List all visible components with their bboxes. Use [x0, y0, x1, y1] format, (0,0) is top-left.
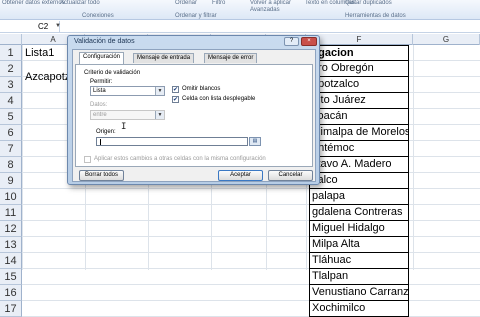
row-header-10[interactable]: 10	[0, 189, 22, 205]
ribbon-group-data-tools: Herramientas de datos	[345, 13, 406, 19]
ribbon-item-reapply[interactable]: Volver a aplicar	[250, 0, 291, 6]
row-header-15[interactable]: 15	[0, 269, 22, 285]
dialog-title: Validación de datos	[74, 38, 135, 45]
omitir-blancos-label: Omitir blancos	[182, 86, 221, 92]
chevron-down-icon: ▼	[155, 111, 164, 119]
permitir-select[interactable]: Lista ▼	[90, 86, 165, 96]
tab-panel-configuracion: Criterio de validación Permitir: Lista ▼…	[75, 64, 313, 167]
delegacion-cell[interactable]: Tlalpan	[309, 269, 409, 285]
data-validation-dialog: Validación de datos ? × Configuración Me…	[67, 35, 320, 185]
row-header-8[interactable]: 8	[0, 157, 22, 173]
close-button[interactable]: ×	[301, 37, 317, 46]
ribbon: Obtener datos externos Actualizar todo C…	[0, 0, 480, 20]
aceptar-button[interactable]: Aceptar	[218, 170, 263, 181]
delegacion-cell[interactable]: Miguel Hidalgo	[309, 221, 409, 237]
name-box[interactable]: C2	[0, 21, 60, 32]
origen-input[interactable]	[96, 137, 248, 146]
row-header-12[interactable]: 12	[0, 221, 22, 237]
delegacion-cell[interactable]: nito Juárez	[309, 93, 409, 109]
ribbon-item-sort[interactable]: Ordenar	[175, 0, 197, 6]
tab-configuracion[interactable]: Configuración	[79, 52, 125, 64]
grid-row-line	[22, 284, 480, 285]
delegacion-cell[interactable]: yoacán	[309, 109, 409, 125]
permitir-label: Permitir:	[90, 79, 113, 85]
select-all-corner[interactable]	[0, 34, 22, 45]
delegacion-cell[interactable]: Xochimilco	[309, 301, 409, 317]
permitir-value: Lista	[93, 88, 106, 94]
row-header-16[interactable]: 16	[0, 285, 22, 301]
ribbon-group-sort-filter: Ordenar y filtrar	[175, 13, 217, 19]
column-header-g[interactable]: G	[413, 34, 480, 45]
grid-row-line	[22, 220, 480, 221]
row-header-5[interactable]: 5	[0, 109, 22, 125]
row-header-13[interactable]: 13	[0, 237, 22, 253]
delegacion-cell[interactable]: aro Obregón	[309, 61, 409, 77]
datos-value: entre	[93, 112, 107, 118]
help-button[interactable]: ?	[284, 37, 299, 46]
origen-label: Origen:	[96, 129, 116, 135]
ribbon-group-connections: Conexiones	[82, 13, 114, 19]
datos-label: Datos:	[90, 102, 108, 108]
cell-a3[interactable]: Azcapotz	[25, 69, 70, 85]
grid-row-line	[22, 252, 480, 253]
name-box-dropdown-icon[interactable]: ▼	[55, 23, 61, 29]
text-caret	[100, 139, 101, 145]
celda-lista-label: Celda con lista desplegable	[182, 96, 256, 102]
column-header-f[interactable]: F	[306, 34, 413, 45]
row-header-17[interactable]: 17	[0, 301, 22, 317]
row-header-2[interactable]: 2	[0, 61, 22, 77]
row-header-7[interactable]: 7	[0, 141, 22, 157]
range-selector-icon[interactable]: ▤	[249, 137, 261, 146]
cancelar-button[interactable]: Cancelar	[268, 170, 313, 181]
aplicar-cambios-label: Aplicar estos cambios a otras celdas con…	[94, 156, 266, 162]
ribbon-item-remove-duplicates[interactable]: Quitar duplicados	[345, 0, 392, 6]
delegacion-header-cell[interactable]: egacion	[309, 45, 409, 61]
delegacion-cell[interactable]: Tláhuac	[309, 253, 409, 269]
row-header-11[interactable]: 11	[0, 205, 22, 221]
dialog-body: Configuración Mensaje de entrada Mensaje…	[72, 49, 316, 182]
tab-mensaje-error[interactable]: Mensaje de error	[204, 53, 258, 63]
row-header-4[interactable]: 4	[0, 93, 22, 109]
row-header-9[interactable]: 9	[0, 173, 22, 189]
delegacion-cell[interactable]: Milpa Alta	[309, 237, 409, 253]
delegacion-cell[interactable]: ajimalpa de Morelos	[309, 125, 409, 141]
mouse-ibeam-cursor-icon: I	[121, 122, 127, 132]
delegacion-cell[interactable]: uhtémoc	[309, 141, 409, 157]
datos-select: entre ▼	[90, 110, 165, 120]
aplicar-cambios-checkbox[interactable]	[84, 156, 91, 163]
delegacion-cell[interactable]: stavo A. Madero	[309, 157, 409, 173]
delegacion-cell[interactable]: calco	[309, 173, 409, 189]
row-header-14[interactable]: 14	[0, 253, 22, 269]
grid-row-line	[22, 236, 480, 237]
grid-row-line	[22, 188, 480, 189]
row-header-3[interactable]: 3	[0, 77, 22, 93]
grid-row-line	[22, 300, 480, 301]
delegacion-cell[interactable]: Venustiano Carranza	[309, 285, 409, 301]
delegacion-cell[interactable]: gdalena Contreras	[309, 205, 409, 221]
ribbon-item-filter[interactable]: Filtro	[212, 0, 225, 6]
grid-row-line	[22, 268, 480, 269]
grid-row-line	[22, 204, 480, 205]
row-header-6[interactable]: 6	[0, 125, 22, 141]
criteria-group-title: Criterio de validación	[84, 70, 141, 76]
celda-lista-checkbox[interactable]: ✔	[172, 96, 179, 103]
delegacion-cell[interactable]: palapa	[309, 189, 409, 205]
cell-a1[interactable]: Lista1	[25, 45, 54, 61]
delegacion-cell[interactable]: apotzalco	[309, 77, 409, 93]
tab-mensaje-entrada[interactable]: Mensaje de entrada	[133, 53, 195, 63]
ribbon-item-get-data[interactable]: Obtener datos externos	[2, 0, 65, 6]
borrar-todos-button[interactable]: Borrar todos	[79, 170, 124, 181]
formula-bar: C2 ▼	[0, 21, 480, 33]
ribbon-item-refresh[interactable]: Actualizar todo	[60, 0, 100, 6]
ribbon-item-advanced[interactable]: Avanzadas	[250, 7, 280, 13]
row-header-1[interactable]: 1	[0, 45, 22, 61]
omitir-blancos-checkbox[interactable]: ✔	[172, 86, 179, 93]
chevron-down-icon: ▼	[155, 87, 164, 95]
